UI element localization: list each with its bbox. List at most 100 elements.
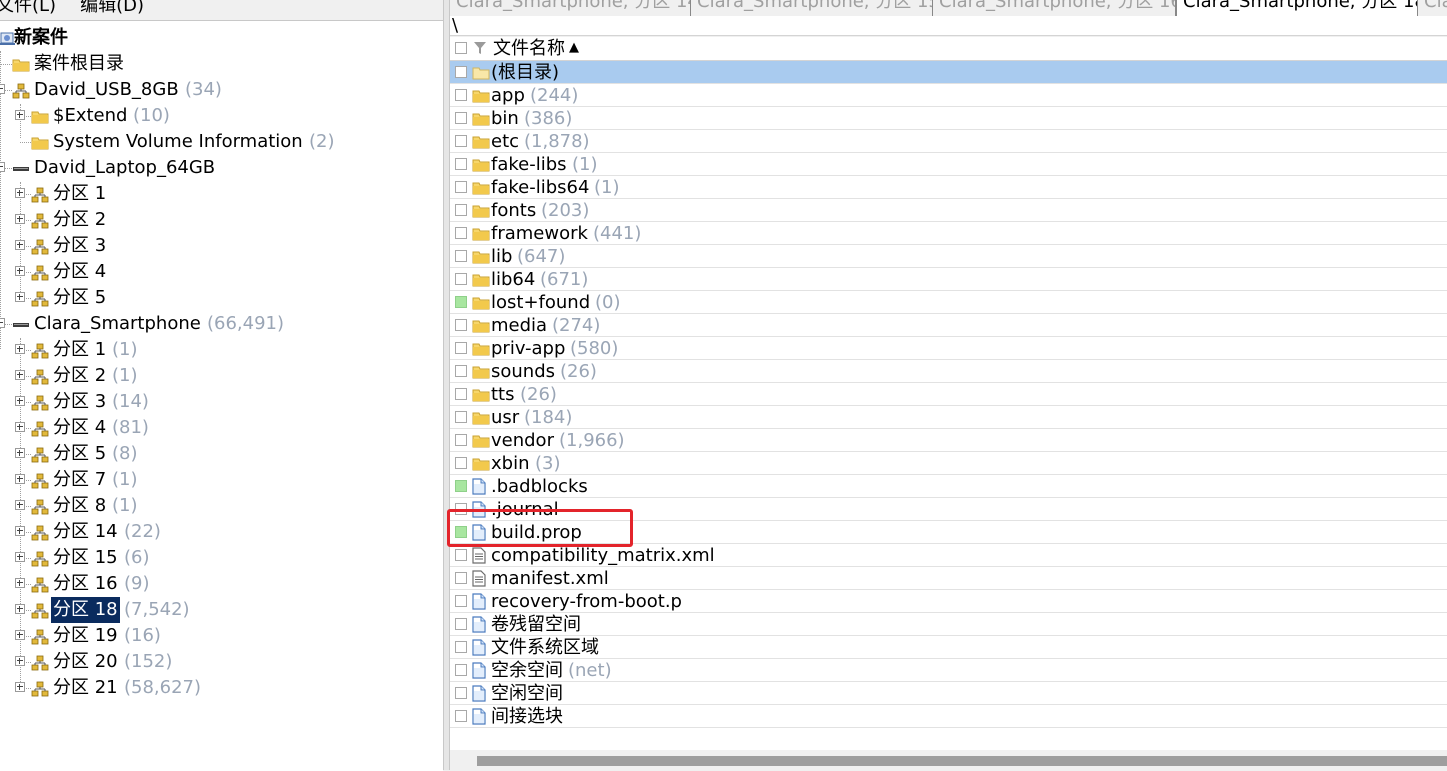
tree-node-label[interactable]: 分区 18 xyxy=(51,597,120,623)
row-checkbox[interactable] xyxy=(455,181,467,193)
expand-icon[interactable] xyxy=(15,682,25,692)
expand-icon[interactable] xyxy=(15,448,25,458)
tree-node-label[interactable]: 分区 3 xyxy=(51,233,108,259)
row-checkbox[interactable] xyxy=(455,664,467,676)
tree-node[interactable]: 分区 8 (1) xyxy=(0,493,443,519)
file-row[interactable]: framework (441) xyxy=(450,222,1447,245)
case-tree-panel[interactable]: 新案件 案件根目录 David_USB_8GB (34) $Extend (10) Syst… xyxy=(0,20,443,771)
file-row[interactable]: lib (647) xyxy=(450,245,1447,268)
tree-node-label[interactable]: System Volume Information xyxy=(51,129,305,155)
file-row[interactable]: etc (1,878) xyxy=(450,130,1447,153)
row-checkbox[interactable] xyxy=(455,687,467,699)
file-row[interactable]: xbin (3) xyxy=(450,452,1447,475)
file-row[interactable]: usr (184) xyxy=(450,406,1447,429)
tree-node[interactable]: 分区 3 xyxy=(0,233,443,259)
column-filename-header[interactable]: 文件名称 xyxy=(493,37,565,60)
pane-splitter[interactable] xyxy=(443,0,450,770)
tree-node-label[interactable]: 分区 19 xyxy=(51,623,120,649)
tree-node-label[interactable]: 分区 3 xyxy=(51,389,108,415)
file-row[interactable]: recovery-from-boot.p xyxy=(450,590,1447,613)
tree-node-label[interactable]: David_USB_8GB xyxy=(32,77,181,103)
row-checkbox[interactable] xyxy=(455,710,467,722)
tree-node-label[interactable]: 分区 2 xyxy=(51,363,108,389)
expand-icon[interactable] xyxy=(15,656,25,666)
file-row[interactable]: tts (26) xyxy=(450,383,1447,406)
expand-icon[interactable] xyxy=(15,110,25,120)
tree-node[interactable]: 分区 19 (16) xyxy=(0,623,443,649)
tab-4[interactable]: Clara_Smartphone, 分区 18 xyxy=(1176,0,1418,16)
tree-node[interactable]: 分区 7 (1) xyxy=(0,467,443,493)
file-row[interactable]: 间接选块 xyxy=(450,705,1447,728)
tree-node-label[interactable]: 分区 16 xyxy=(51,571,120,597)
tree-node[interactable]: 分区 18 (7,542) xyxy=(0,597,443,623)
collapse-icon[interactable] xyxy=(0,318,5,328)
tab-1[interactable]: Clara_Smartphone, 分区 14 xyxy=(450,0,691,16)
file-row[interactable]: compatibility_matrix.xml xyxy=(450,544,1447,567)
tree-node-label[interactable]: 案件根目录 xyxy=(32,51,126,77)
tree-node[interactable]: 分区 21 (58,627) xyxy=(0,675,443,701)
tree-node[interactable]: 分区 5 (8) xyxy=(0,441,443,467)
row-checkbox[interactable] xyxy=(455,89,467,101)
row-checkbox[interactable] xyxy=(455,411,467,423)
tree-node-label[interactable]: 分区 8 xyxy=(51,493,108,519)
tree-node-label[interactable]: 分区 14 xyxy=(51,519,120,545)
row-checkbox[interactable] xyxy=(455,158,467,170)
tree-node[interactable]: 案件根目录 xyxy=(0,51,443,77)
tree-node-label[interactable]: 分区 20 xyxy=(51,649,120,675)
scrollbar-thumb[interactable] xyxy=(477,756,1447,766)
row-checkbox[interactable] xyxy=(455,296,467,308)
row-checkbox[interactable] xyxy=(455,250,467,262)
file-row[interactable]: app (244) xyxy=(450,84,1447,107)
tree-node-label[interactable]: 分区 5 xyxy=(51,285,108,311)
tree-node[interactable]: 分区 15 (6) xyxy=(0,545,443,571)
file-row[interactable]: lib64 (671) xyxy=(450,268,1447,291)
tab-2[interactable]: Clara_Smartphone, 分区 15 xyxy=(691,0,933,16)
tree-node[interactable]: System Volume Information (2) xyxy=(0,129,443,155)
tree-node[interactable]: 新案件 xyxy=(0,25,443,51)
file-row[interactable]: 文件系统区域 xyxy=(450,636,1447,659)
row-checkbox[interactable] xyxy=(455,66,467,78)
tree-node[interactable]: 分区 1 (1) xyxy=(0,337,443,363)
expand-icon[interactable] xyxy=(15,370,25,380)
tree-node[interactable]: 分区 1 xyxy=(0,181,443,207)
row-checkbox[interactable] xyxy=(455,595,467,607)
row-checkbox[interactable] xyxy=(455,434,467,446)
file-row[interactable]: fake-libs (1) xyxy=(450,153,1447,176)
tree-node[interactable]: 分区 4 xyxy=(0,259,443,285)
file-row[interactable]: (根目录) xyxy=(450,61,1447,84)
expand-icon[interactable] xyxy=(15,474,25,484)
row-checkbox[interactable] xyxy=(455,572,467,584)
expand-icon[interactable] xyxy=(15,630,25,640)
tab-3[interactable]: Clara_Smartphone, 分区 16 xyxy=(933,0,1176,16)
tree-node-label[interactable]: 分区 15 xyxy=(51,545,120,571)
list-header[interactable]: 文件名称 ▲ xyxy=(450,37,1447,61)
tree-node-label[interactable]: Clara_Smartphone xyxy=(32,311,203,337)
expand-icon[interactable] xyxy=(15,526,25,536)
tree-node-label[interactable]: 分区 2 xyxy=(51,207,108,233)
expand-icon[interactable] xyxy=(15,188,25,198)
tree-node-label[interactable]: David_Laptop_64GB xyxy=(32,155,217,181)
expand-icon[interactable] xyxy=(15,396,25,406)
tree-node[interactable]: 分区 16 (9) xyxy=(0,571,443,597)
tree-node-label[interactable]: $Extend xyxy=(51,103,129,129)
tree-node[interactable]: 分区 2 xyxy=(0,207,443,233)
row-checkbox[interactable] xyxy=(455,319,467,331)
expand-icon[interactable] xyxy=(15,240,25,250)
expand-icon[interactable] xyxy=(15,604,25,614)
row-checkbox[interactable] xyxy=(455,618,467,630)
row-checkbox[interactable] xyxy=(455,457,467,469)
expand-icon[interactable] xyxy=(15,344,25,354)
tree-node-label[interactable]: 分区 21 xyxy=(51,675,120,701)
tree-node-label[interactable]: 分区 4 xyxy=(51,259,108,285)
expand-icon[interactable] xyxy=(15,500,25,510)
row-checkbox[interactable] xyxy=(455,388,467,400)
row-checkbox[interactable] xyxy=(455,135,467,147)
tree-node[interactable]: David_USB_8GB (34) xyxy=(0,77,443,103)
file-row[interactable]: fonts (203) xyxy=(450,199,1447,222)
file-row[interactable]: vendor (1,966) xyxy=(450,429,1447,452)
expand-icon[interactable] xyxy=(15,214,25,224)
tree-node[interactable]: 分区 14 (22) xyxy=(0,519,443,545)
row-checkbox[interactable] xyxy=(455,227,467,239)
row-checkbox[interactable] xyxy=(455,273,467,285)
tree-node[interactable]: 分区 2 (1) xyxy=(0,363,443,389)
